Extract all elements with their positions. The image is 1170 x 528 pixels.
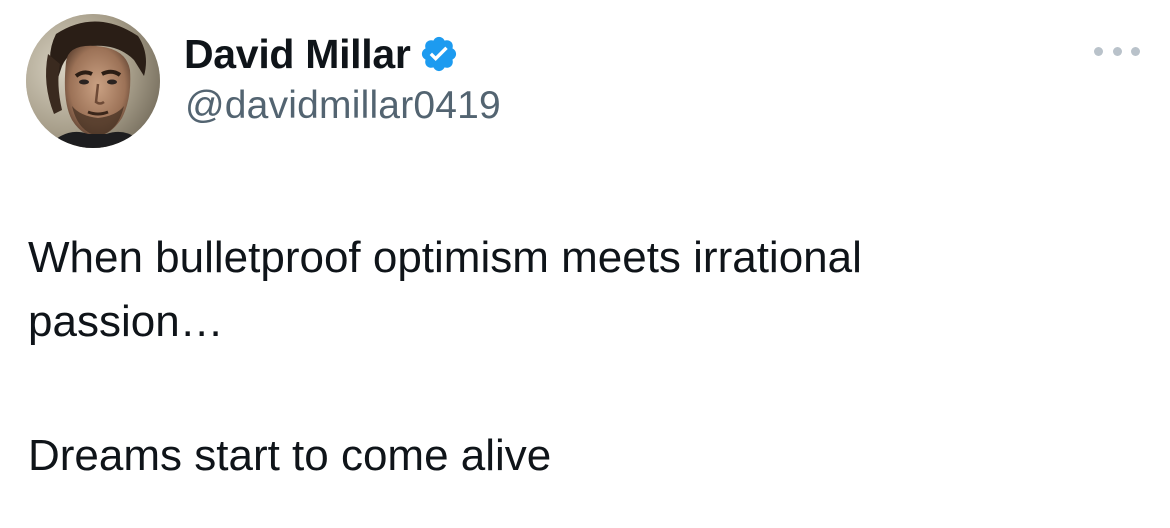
display-name[interactable]: David Millar xyxy=(184,31,411,78)
tweet-text-line: passion… xyxy=(28,297,224,346)
more-dot xyxy=(1094,46,1103,56)
avatar[interactable] xyxy=(26,14,160,148)
avatar-image xyxy=(26,14,160,148)
author-name-row: David Millar xyxy=(184,28,459,80)
tweet-text-line: When bulletproof optimism meets irration… xyxy=(28,233,862,282)
more-dot xyxy=(1131,46,1140,56)
verified-badge-icon xyxy=(421,36,456,72)
user-handle[interactable]: @davidmillar0419 xyxy=(185,84,501,128)
tweet-text: When bulletproof optimism meets irration… xyxy=(28,226,1138,488)
tweet-card: David Millar @davidmillar0419 When bulle… xyxy=(0,0,1170,528)
more-dot xyxy=(1112,46,1122,56)
tweet-text-line: Dreams start to come alive xyxy=(28,431,552,480)
more-options-icon[interactable] xyxy=(1094,40,1140,62)
